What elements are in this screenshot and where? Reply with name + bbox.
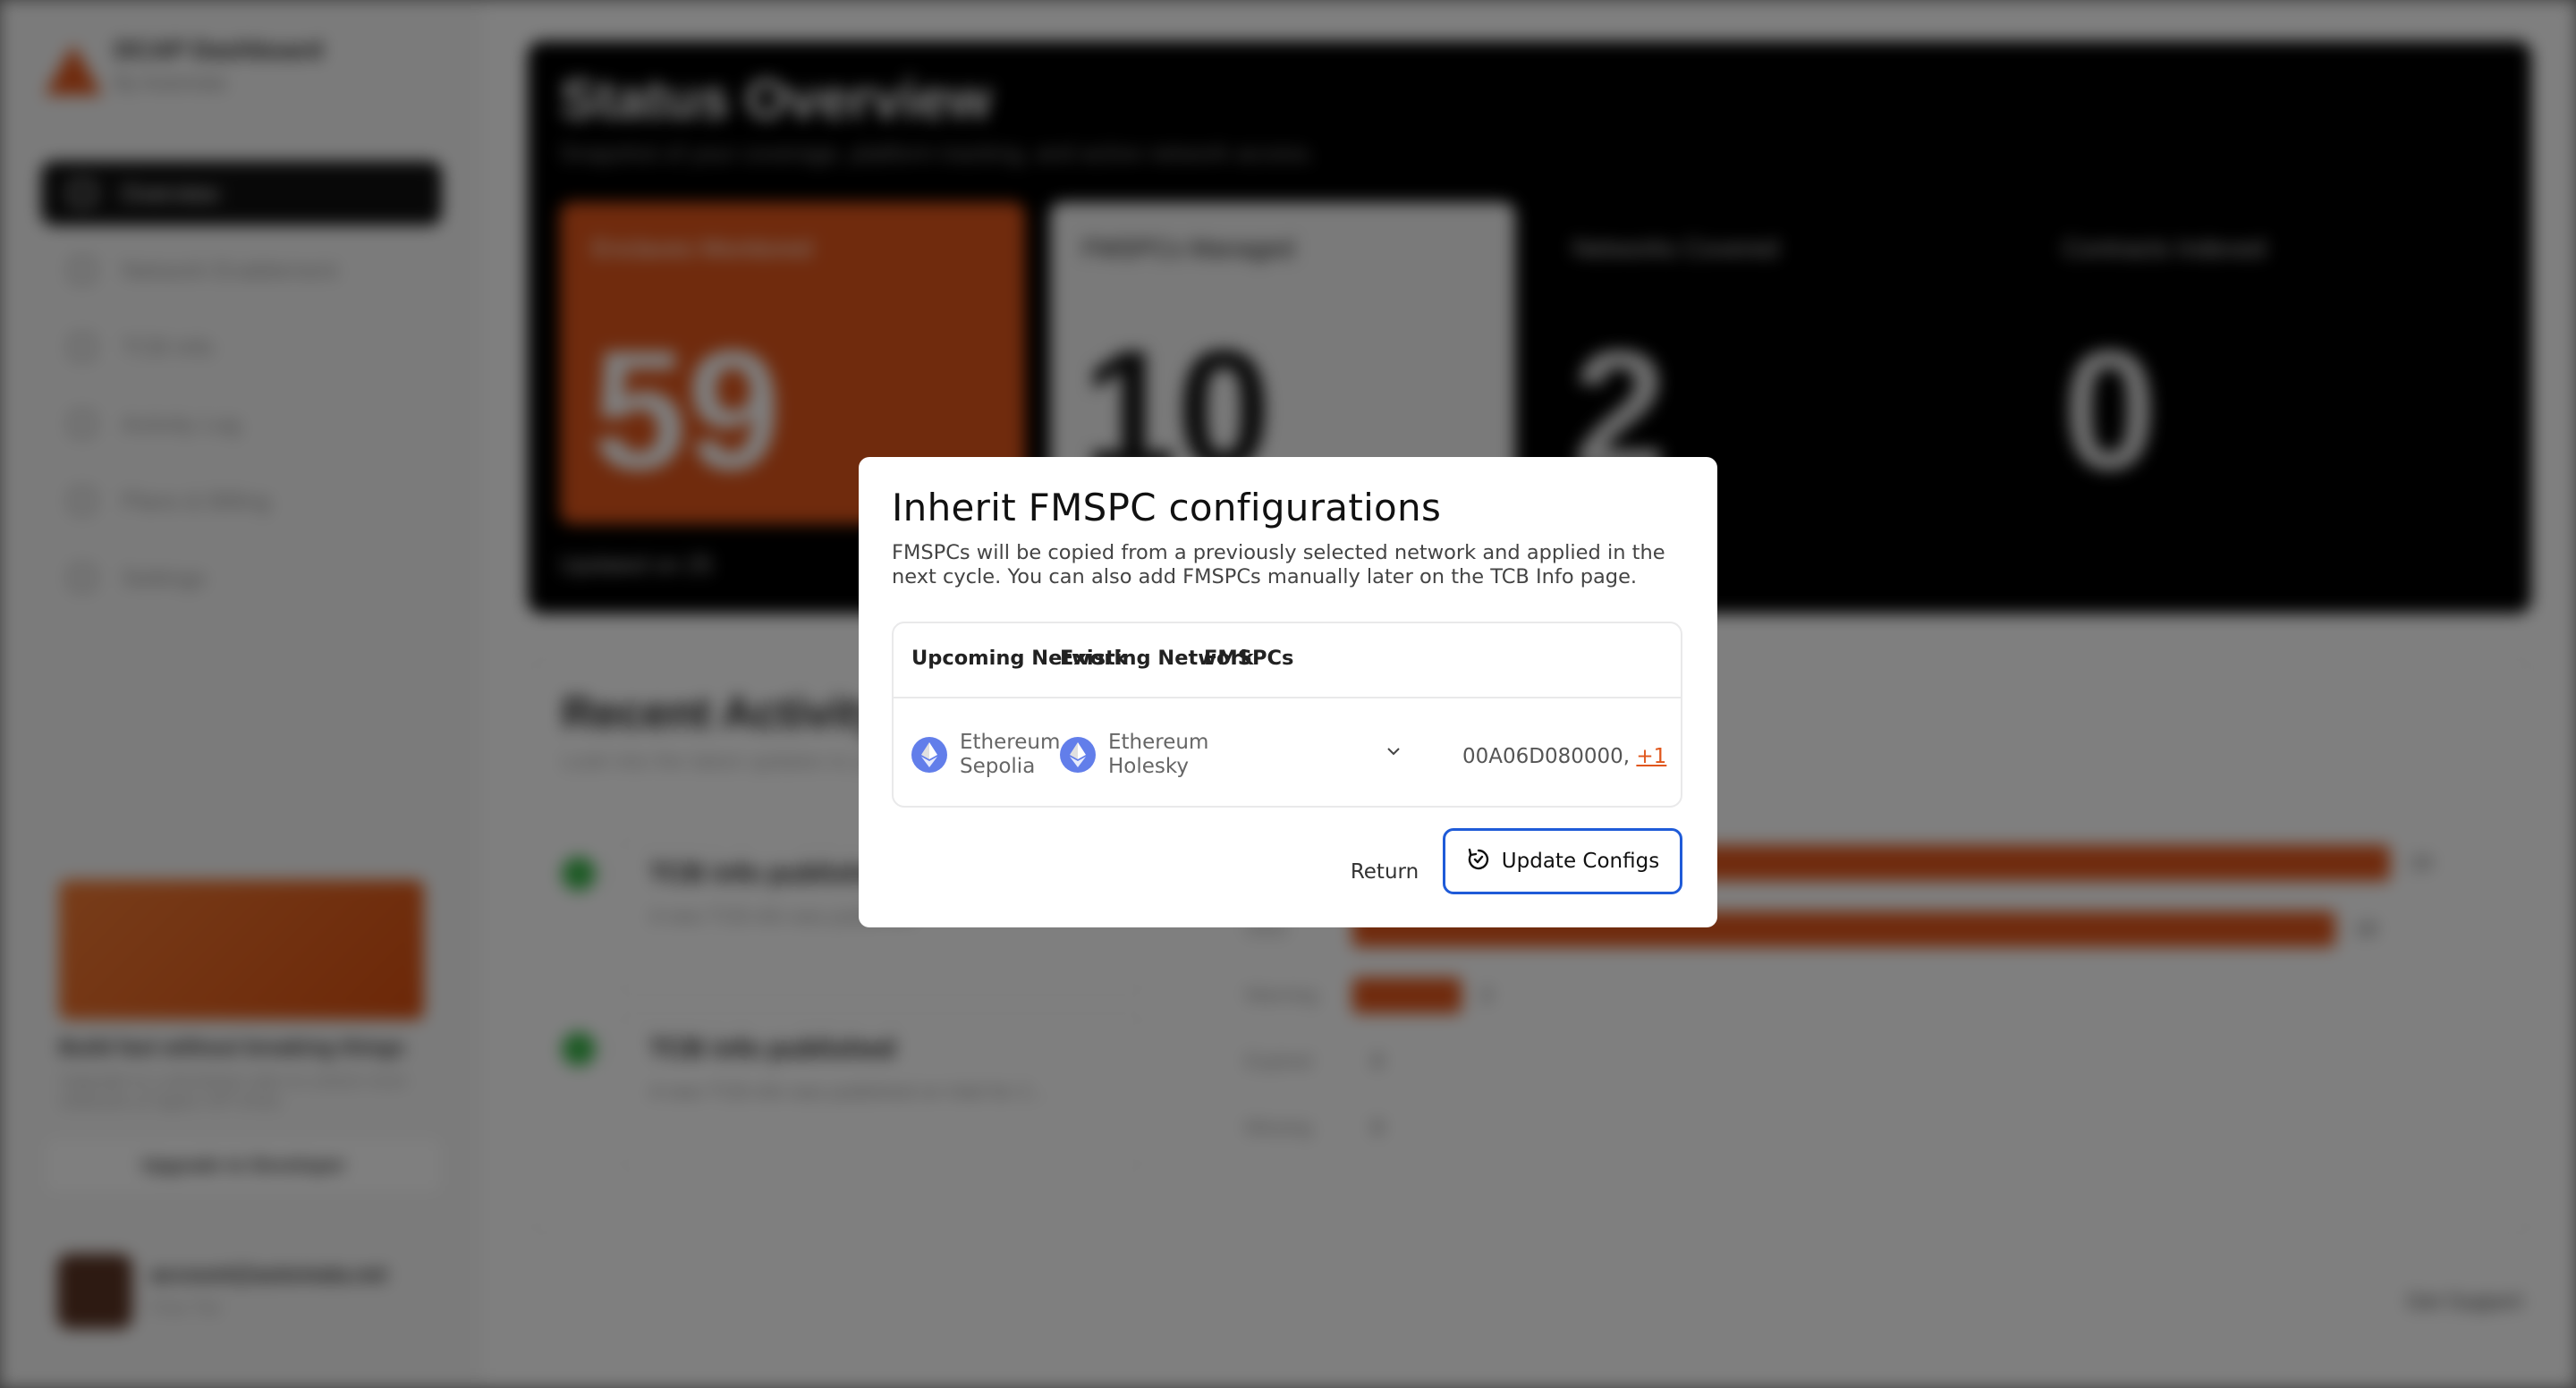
existing-network-select[interactable]: Ethereum Holesky <box>1060 731 1233 779</box>
fmspc-value: 00A06D080000, <box>1462 745 1631 768</box>
inherit-fmspc-modal: Inherit FMSPC configurations FMSPCs will… <box>859 457 1717 927</box>
fmspc-table: Upcoming Network Existing Network FMSPCs… <box>892 622 1682 808</box>
return-button[interactable]: Return <box>1331 843 1438 901</box>
modal-description: FMSPCs will be copied from a previously … <box>892 541 1665 588</box>
modal-title: Inherit FMSPC configurations <box>892 486 1442 529</box>
update-configs-label: Update Configs <box>1501 850 1660 873</box>
update-configs-button[interactable]: Update Configs <box>1443 828 1682 894</box>
existing-network-name: Ethereum Holesky <box>1108 731 1209 778</box>
ethereum-icon <box>1060 737 1096 773</box>
ethereum-icon <box>911 737 947 773</box>
refresh-icon <box>1466 847 1491 876</box>
table-header: Upcoming Network Existing Network FMSPCs <box>894 623 1681 698</box>
column-fmspcs: FMSPCs <box>1204 647 1294 670</box>
fmspc-more-link[interactable]: +1 <box>1636 745 1666 768</box>
fmspc-cell: 00A06D080000, +1 <box>1462 745 1666 768</box>
chevron-down-icon[interactable] <box>1382 740 1405 763</box>
upcoming-network-cell: Ethereum Sepolia <box>911 731 1085 779</box>
